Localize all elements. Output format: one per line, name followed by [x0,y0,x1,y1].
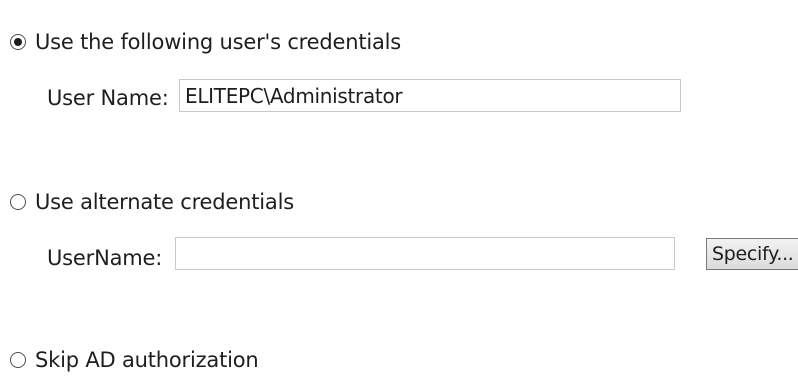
radio-button-unselected[interactable] [10,194,26,210]
radio-button-unselected[interactable] [10,352,26,368]
radio-label-use-following-credentials: Use the following user's credentials [35,30,402,54]
user-name-label: User Name: [47,86,169,110]
radio-use-alternate-credentials[interactable]: Use alternate credentials [10,189,294,215]
radio-label-skip-ad-authorization: Skip AD authorization [35,348,259,372]
radio-label-use-alternate-credentials: Use alternate credentials [35,190,294,214]
radio-use-following-credentials[interactable]: Use the following user's credentials [10,29,401,55]
user-name-field[interactable] [179,79,681,112]
alternate-username-label: UserName: [47,246,163,270]
specify-button[interactable]: Specify... [706,238,798,270]
alternate-username-field[interactable] [175,237,675,270]
radio-skip-ad-authorization[interactable]: Skip AD authorization [10,347,259,373]
radio-button-selected[interactable] [10,34,26,50]
